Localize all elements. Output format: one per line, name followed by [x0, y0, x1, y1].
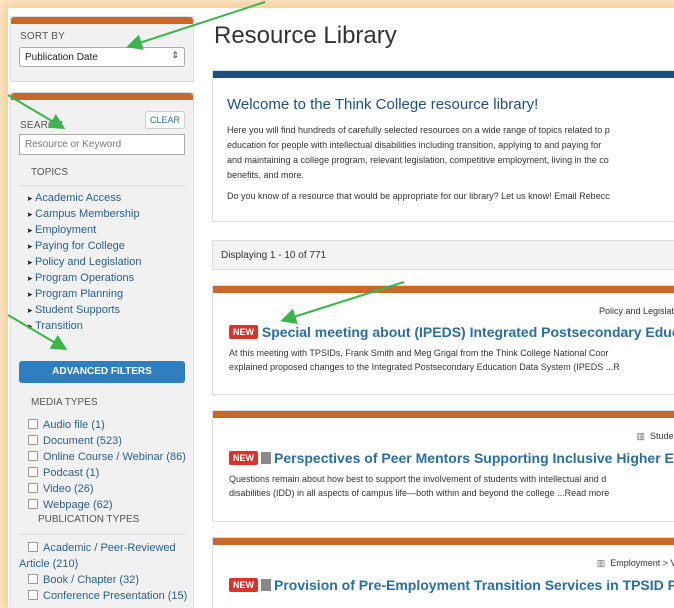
result-card: ▥Student NEWPerspectives of Peer Mentors… [212, 410, 674, 522]
filter-panel: CLEAR SEARCH Resource or Keyword TOPICS … [10, 92, 194, 608]
media-webpage-checkbox[interactable]: Webpage (62) [11, 497, 193, 513]
page-title: Resource Library [214, 22, 397, 49]
filter-panel-bar [11, 93, 193, 100]
sort-select[interactable]: Publication Date ⇕ [19, 47, 185, 67]
result-card: ▥ Employment > Vo NEW Provision of Pre-Emp… [212, 537, 674, 608]
pubtype-academic-checkbox[interactable]: Academic / Peer-Reviewed [11, 540, 193, 556]
media-podcast-checkbox[interactable]: Podcast (1) [11, 465, 193, 481]
sort-label: SORT BY [20, 31, 65, 42]
pubtype-academic-continued: Article (210) [19, 558, 79, 570]
topic-campus-membership[interactable]: Campus Membership [11, 206, 193, 222]
media-audio-checkbox[interactable]: Audio file (1) [11, 417, 193, 433]
media-types-list: Audio file (1) Document (523) Online Cou… [11, 417, 193, 513]
topic-student-supports[interactable]: Student Supports [11, 302, 193, 318]
topic-policy-legislation[interactable]: Policy and Legislation [11, 254, 193, 270]
pubtype-conference-checkbox[interactable]: Conference Presentation (15) [11, 588, 193, 604]
topic-employment[interactable]: Employment [11, 222, 193, 238]
media-types-label: MEDIA TYPES [31, 397, 98, 408]
chevron-updown-icon: ⇕ [171, 50, 179, 60]
welcome-card: Welcome to the Think College resource li… [212, 70, 674, 222]
result-description: Questions remain about how best to suppo… [229, 474, 610, 498]
result-title[interactable]: NEW Special meeting about (IPEDS) Integr… [229, 324, 674, 340]
result-tags: Policy and Legislatio [598, 306, 674, 316]
welcome-card-bar [213, 71, 674, 78]
result-title[interactable]: NEW Provision of Pre-Employment Transitio… [229, 577, 674, 593]
result-description: At this meeting with TPSIDs, Frank Smith… [229, 348, 620, 372]
welcome-heading: Welcome to the Think College resource li… [227, 96, 539, 113]
topic-academic-access[interactable]: Academic Access [11, 190, 193, 206]
welcome-question: Do you know of a resource that would be … [227, 191, 610, 201]
media-video-checkbox[interactable]: Video (26) [11, 481, 193, 497]
new-badge: NEW [229, 451, 258, 465]
topic-paying-for-college[interactable]: Paying for College [11, 238, 193, 254]
media-online-course-checkbox[interactable]: Online Course / Webinar (86) [11, 449, 193, 465]
sort-panel: SORT BY Publication Date ⇕ [10, 16, 194, 82]
topic-program-operations[interactable]: Program Operations [11, 270, 193, 286]
building-icon: ▥ [636, 431, 645, 441]
document-icon [261, 579, 271, 591]
result-tags: ▥ Employment > Vo [596, 558, 674, 568]
pubtype-book-checkbox[interactable]: Book / Chapter (32) [11, 572, 193, 588]
advanced-filters-button[interactable]: ADVANCED FILTERS [19, 361, 185, 383]
search-input[interactable]: Resource or Keyword [19, 134, 185, 155]
sort-select-value: Publication Date [25, 52, 98, 63]
topic-transition[interactable]: Transition [11, 318, 193, 334]
new-badge: NEW [229, 325, 258, 339]
clear-button[interactable]: CLEAR [144, 111, 185, 129]
topics-list: Academic Access Campus Membership Employ… [11, 190, 193, 334]
building-icon: ▥ [596, 558, 606, 568]
publication-types-label: PUBLICATION TYPES [38, 514, 140, 525]
sort-panel-bar [11, 17, 193, 24]
result-card-bar [213, 411, 674, 418]
result-title[interactable]: NEW Perspectives of Peer Mentors Supporti… [229, 450, 674, 466]
media-document-checkbox[interactable]: Document (523) [11, 433, 193, 449]
topics-label: TOPICS [31, 167, 69, 178]
result-card-bar [213, 286, 674, 293]
result-card: Policy and Legislatio NEW Special meetin… [212, 285, 674, 395]
results-count: Displaying 1 - 10 of 771 [212, 240, 674, 270]
welcome-text: Here you will find hundreds of carefully… [227, 125, 610, 180]
publication-types-list: Academic / Peer-Reviewed Article (210) B… [11, 540, 193, 604]
topic-program-planning[interactable]: Program Planning [11, 286, 193, 302]
result-tags: ▥Student [636, 431, 674, 441]
result-card-bar [213, 538, 674, 545]
new-badge: NEW [229, 578, 258, 592]
document-icon [261, 452, 271, 464]
